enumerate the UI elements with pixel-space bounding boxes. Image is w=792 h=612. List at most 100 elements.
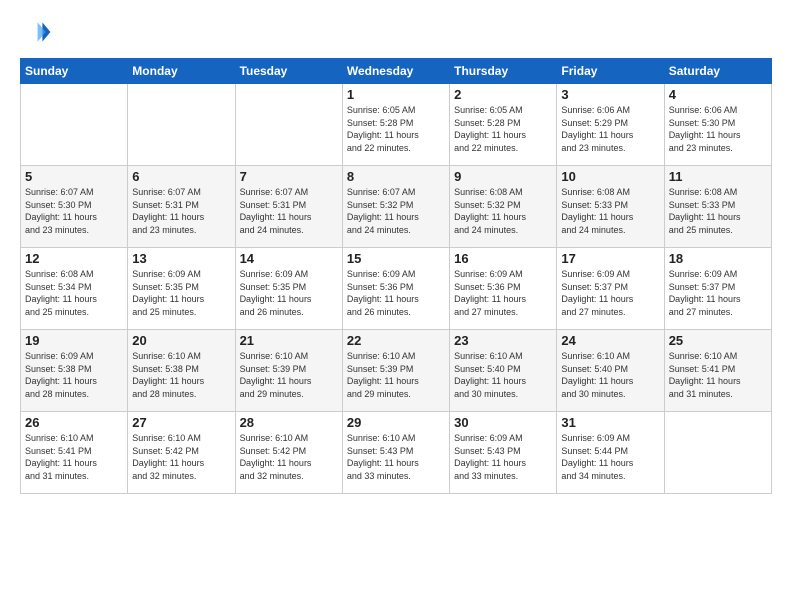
day-info: Sunrise: 6:10 AM Sunset: 5:39 PM Dayligh… <box>240 350 338 400</box>
day-cell: 21 Sunrise: 6:10 AM Sunset: 5:39 PM Dayli… <box>235 330 342 412</box>
day-number: 28 <box>240 415 338 430</box>
day-cell: 2 Sunrise: 6:05 AM Sunset: 5:28 PM Daylig… <box>450 84 557 166</box>
day-number: 7 <box>240 169 338 184</box>
day-number: 27 <box>132 415 230 430</box>
day-info: Sunrise: 6:09 AM Sunset: 5:36 PM Dayligh… <box>454 268 552 318</box>
day-cell: 17 Sunrise: 6:09 AM Sunset: 5:37 PM Dayli… <box>557 248 664 330</box>
weekday-header-tuesday: Tuesday <box>235 59 342 84</box>
day-cell: 11 Sunrise: 6:08 AM Sunset: 5:33 PM Dayli… <box>664 166 771 248</box>
day-cell <box>21 84 128 166</box>
day-number: 11 <box>669 169 767 184</box>
day-number: 31 <box>561 415 659 430</box>
week-row-2: 5Sunrise: 6:07 AM Sunset: 5:30 PM Daylig… <box>21 166 772 248</box>
day-number: 17 <box>561 251 659 266</box>
day-cell: 1 Sunrise: 6:05 AM Sunset: 5:28 PM Daylig… <box>342 84 449 166</box>
page-container: SundayMondayTuesdayWednesdayThursdayFrid… <box>0 0 792 504</box>
day-cell <box>128 84 235 166</box>
day-cell: 31 Sunrise: 6:09 AM Sunset: 5:44 PM Dayli… <box>557 412 664 494</box>
day-info: Sunrise: 6:10 AM Sunset: 5:41 PM Dayligh… <box>669 350 767 400</box>
weekday-header-thursday: Thursday <box>450 59 557 84</box>
day-info: Sunrise: 6:08 AM Sunset: 5:32 PM Dayligh… <box>454 186 552 236</box>
week-row-3: 12 Sunrise: 6:08 AM Sunset: 5:34 PM Dayli… <box>21 248 772 330</box>
day-cell: 16 Sunrise: 6:09 AM Sunset: 5:36 PM Dayli… <box>450 248 557 330</box>
day-info: Sunrise: 6:09 AM Sunset: 5:35 PM Dayligh… <box>132 268 230 318</box>
day-info: Sunrise: 6:07 AM Sunset: 5:32 PM Dayligh… <box>347 186 445 236</box>
week-row-1: 1 Sunrise: 6:05 AM Sunset: 5:28 PM Daylig… <box>21 84 772 166</box>
day-number: 15 <box>347 251 445 266</box>
day-cell: 18Sunrise: 6:09 AM Sunset: 5:37 PM Dayli… <box>664 248 771 330</box>
day-number: 2 <box>454 87 552 102</box>
weekday-header-sunday: Sunday <box>21 59 128 84</box>
day-number: 12 <box>25 251 123 266</box>
day-info: Sunrise: 6:10 AM Sunset: 5:43 PM Dayligh… <box>347 432 445 482</box>
day-info: Sunrise: 6:10 AM Sunset: 5:40 PM Dayligh… <box>561 350 659 400</box>
day-cell: 14Sunrise: 6:09 AM Sunset: 5:35 PM Dayli… <box>235 248 342 330</box>
day-number: 10 <box>561 169 659 184</box>
day-info: Sunrise: 6:10 AM Sunset: 5:39 PM Dayligh… <box>347 350 445 400</box>
day-info: Sunrise: 6:07 AM Sunset: 5:31 PM Dayligh… <box>132 186 230 236</box>
day-cell <box>235 84 342 166</box>
day-cell: 27Sunrise: 6:10 AM Sunset: 5:42 PM Dayli… <box>128 412 235 494</box>
weekday-header-row: SundayMondayTuesdayWednesdayThursdayFrid… <box>21 59 772 84</box>
day-cell: 25Sunrise: 6:10 AM Sunset: 5:41 PM Dayli… <box>664 330 771 412</box>
day-info: Sunrise: 6:05 AM Sunset: 5:28 PM Dayligh… <box>454 104 552 154</box>
day-number: 16 <box>454 251 552 266</box>
weekday-header-monday: Monday <box>128 59 235 84</box>
page-header <box>20 16 772 48</box>
day-cell: 28 Sunrise: 6:10 AM Sunset: 5:42 PM Dayli… <box>235 412 342 494</box>
weekday-header-saturday: Saturday <box>664 59 771 84</box>
day-number: 13 <box>132 251 230 266</box>
weekday-header-wednesday: Wednesday <box>342 59 449 84</box>
day-number: 9 <box>454 169 552 184</box>
day-info: Sunrise: 6:09 AM Sunset: 5:36 PM Dayligh… <box>347 268 445 318</box>
week-row-4: 19Sunrise: 6:09 AM Sunset: 5:38 PM Dayli… <box>21 330 772 412</box>
day-number: 24 <box>561 333 659 348</box>
day-cell: 6 Sunrise: 6:07 AM Sunset: 5:31 PM Daylig… <box>128 166 235 248</box>
day-number: 8 <box>347 169 445 184</box>
day-info: Sunrise: 6:10 AM Sunset: 5:42 PM Dayligh… <box>240 432 338 482</box>
day-cell <box>664 412 771 494</box>
day-cell: 26 Sunrise: 6:10 AM Sunset: 5:41 PM Dayli… <box>21 412 128 494</box>
day-info: Sunrise: 6:08 AM Sunset: 5:33 PM Dayligh… <box>669 186 767 236</box>
day-cell: 30 Sunrise: 6:09 AM Sunset: 5:43 PM Dayli… <box>450 412 557 494</box>
day-info: Sunrise: 6:06 AM Sunset: 5:30 PM Dayligh… <box>669 104 767 154</box>
day-info: Sunrise: 6:08 AM Sunset: 5:33 PM Dayligh… <box>561 186 659 236</box>
day-info: Sunrise: 6:09 AM Sunset: 5:37 PM Dayligh… <box>669 268 767 318</box>
day-info: Sunrise: 6:09 AM Sunset: 5:44 PM Dayligh… <box>561 432 659 482</box>
day-number: 21 <box>240 333 338 348</box>
day-cell: 10 Sunrise: 6:08 AM Sunset: 5:33 PM Dayli… <box>557 166 664 248</box>
logo-icon <box>20 16 52 48</box>
day-number: 5 <box>25 169 123 184</box>
day-number: 1 <box>347 87 445 102</box>
day-cell: 20Sunrise: 6:10 AM Sunset: 5:38 PM Dayli… <box>128 330 235 412</box>
day-cell: 8 Sunrise: 6:07 AM Sunset: 5:32 PM Daylig… <box>342 166 449 248</box>
day-cell: 12 Sunrise: 6:08 AM Sunset: 5:34 PM Dayli… <box>21 248 128 330</box>
calendar-table: SundayMondayTuesdayWednesdayThursdayFrid… <box>20 58 772 494</box>
day-info: Sunrise: 6:10 AM Sunset: 5:40 PM Dayligh… <box>454 350 552 400</box>
day-number: 30 <box>454 415 552 430</box>
day-cell: 19Sunrise: 6:09 AM Sunset: 5:38 PM Dayli… <box>21 330 128 412</box>
day-number: 22 <box>347 333 445 348</box>
day-number: 20 <box>132 333 230 348</box>
day-info: Sunrise: 6:08 AM Sunset: 5:34 PM Dayligh… <box>25 268 123 318</box>
day-cell: 5Sunrise: 6:07 AM Sunset: 5:30 PM Daylig… <box>21 166 128 248</box>
day-info: Sunrise: 6:07 AM Sunset: 5:31 PM Dayligh… <box>240 186 338 236</box>
day-number: 4 <box>669 87 767 102</box>
day-number: 26 <box>25 415 123 430</box>
day-info: Sunrise: 6:10 AM Sunset: 5:41 PM Dayligh… <box>25 432 123 482</box>
day-number: 6 <box>132 169 230 184</box>
day-cell: 7 Sunrise: 6:07 AM Sunset: 5:31 PM Daylig… <box>235 166 342 248</box>
weekday-header-friday: Friday <box>557 59 664 84</box>
day-info: Sunrise: 6:05 AM Sunset: 5:28 PM Dayligh… <box>347 104 445 154</box>
day-info: Sunrise: 6:06 AM Sunset: 5:29 PM Dayligh… <box>561 104 659 154</box>
day-info: Sunrise: 6:09 AM Sunset: 5:37 PM Dayligh… <box>561 268 659 318</box>
day-number: 19 <box>25 333 123 348</box>
day-cell: 15 Sunrise: 6:09 AM Sunset: 5:36 PM Dayli… <box>342 248 449 330</box>
day-number: 3 <box>561 87 659 102</box>
day-info: Sunrise: 6:09 AM Sunset: 5:43 PM Dayligh… <box>454 432 552 482</box>
day-cell: 13 Sunrise: 6:09 AM Sunset: 5:35 PM Dayli… <box>128 248 235 330</box>
logo <box>20 16 56 48</box>
day-number: 14 <box>240 251 338 266</box>
day-cell: 9 Sunrise: 6:08 AM Sunset: 5:32 PM Daylig… <box>450 166 557 248</box>
day-cell: 24 Sunrise: 6:10 AM Sunset: 5:40 PM Dayli… <box>557 330 664 412</box>
